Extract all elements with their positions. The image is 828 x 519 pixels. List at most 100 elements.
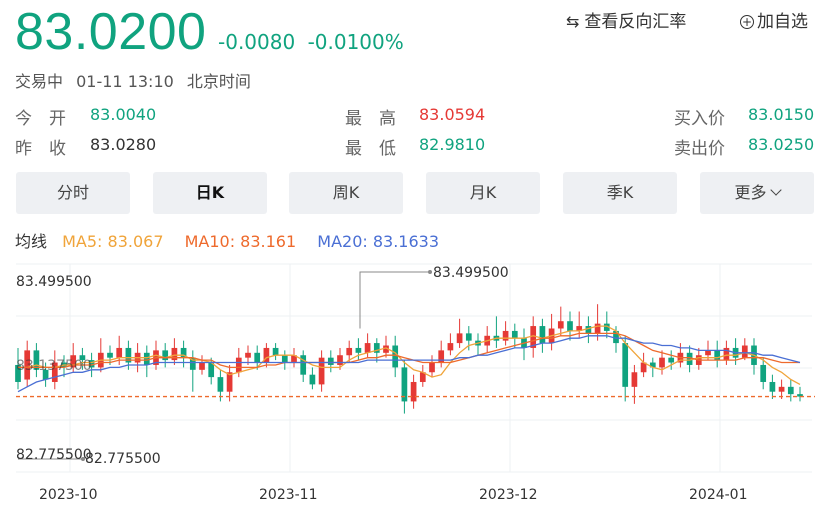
candle-body — [254, 352, 261, 363]
candle-body — [281, 355, 288, 363]
candle-body — [410, 381, 417, 402]
high-label: 最 高 — [345, 109, 396, 129]
ask-label: 卖出价 — [674, 139, 725, 159]
candle-body — [364, 343, 371, 353]
tab-quarterly-k[interactable]: 季K — [563, 172, 677, 214]
candle-body — [309, 374, 316, 385]
ma10-legend: MA10: 83.161 — [184, 232, 297, 251]
tab-label: 周K — [332, 183, 360, 202]
open-label: 今 开 — [15, 109, 66, 129]
candle-body — [668, 357, 675, 363]
candle-body — [705, 350, 711, 356]
current-price: 83.0200 — [15, 3, 207, 61]
candle-body — [447, 343, 454, 351]
ma20-line — [17, 335, 801, 393]
max-leader-line — [359, 271, 428, 329]
candle-body — [502, 330, 509, 341]
ma-legend-title: 均线 — [15, 232, 48, 251]
y-axis-label: 83.499500 — [16, 274, 92, 290]
high-value: 83.0594 — [419, 105, 486, 124]
candle-body — [245, 352, 251, 358]
chevron-down-icon — [769, 184, 782, 196]
y-axis-label: 83.137500 — [16, 358, 92, 374]
change-percent: -0.0100% — [307, 30, 404, 54]
bid-value: 83.0150 — [748, 105, 815, 124]
tab-daily-k[interactable]: 日K — [153, 172, 267, 214]
candle-body — [199, 362, 205, 370]
add-to-watchlist-label: 加自选 — [757, 12, 808, 32]
candle-body — [235, 357, 242, 373]
chart-grid — [16, 263, 812, 473]
tab-more[interactable]: 更多 — [700, 172, 814, 214]
prev-close-label: 昨 收 — [15, 139, 66, 159]
candle-body — [787, 386, 794, 395]
candle-body — [769, 381, 776, 392]
candle-body — [143, 352, 150, 365]
open-value: 83.0040 — [90, 105, 157, 124]
candle-body — [300, 355, 307, 375]
add-to-watchlist-button[interactable]: + 加自选 — [740, 7, 808, 32]
candle-body — [778, 386, 785, 392]
ask-value: 83.0250 — [748, 135, 815, 154]
candle-body — [272, 347, 279, 356]
bid-label: 买入价 — [674, 109, 725, 129]
low-value: 82.9810 — [419, 135, 486, 154]
price-change: -0.0080 -0.0100% — [218, 30, 404, 54]
ma-legend: 均线 MA5: 83.067 MA10: 83.161 MA20: 83.163… — [15, 228, 455, 252]
change-value: -0.0080 — [218, 30, 296, 54]
candle-body — [162, 350, 169, 361]
candle-body — [741, 345, 748, 358]
candle-body — [511, 330, 518, 339]
y-axis-label: 82.775500 — [16, 447, 92, 463]
candle-body — [337, 355, 343, 365]
candle-body — [217, 377, 224, 392]
candle-body — [567, 321, 573, 331]
tab-label: 月K — [469, 183, 497, 202]
tab-monthly-k[interactable]: 月K — [426, 172, 540, 214]
plus-circle-icon: + — [740, 15, 754, 29]
candle-body — [594, 323, 601, 334]
candle-body — [465, 333, 472, 341]
min-price-annotation: 82.775500 — [85, 451, 161, 467]
prev-close-value: 83.0280 — [90, 135, 157, 154]
candle-body — [392, 345, 399, 368]
tab-label: 季K — [606, 183, 634, 202]
candle-body — [585, 326, 592, 334]
kline-chart[interactable]: 83.499500 83.137500 82.775500 83.499500 … — [0, 256, 828, 519]
low-label: 最 低 — [345, 139, 396, 159]
candle-body — [714, 350, 721, 361]
trading-status: 交易中 01-11 13:10 北京时间 — [15, 68, 259, 92]
x-axis-label: 2023-11 — [259, 487, 318, 503]
x-axis-label: 2023-12 — [479, 487, 538, 503]
candle-body — [116, 347, 123, 358]
tab-intraday[interactable]: 分时 — [16, 172, 130, 214]
candle-body — [631, 372, 638, 387]
tab-label: 分时 — [56, 183, 89, 202]
x-axis-label: 2023-10 — [39, 487, 98, 503]
candle-body — [557, 321, 564, 329]
candle-body — [107, 352, 113, 358]
ma5-legend: MA5: 83.067 — [62, 232, 164, 251]
candle-body — [659, 357, 665, 368]
candle-body — [318, 357, 325, 385]
view-reverse-rate-button[interactable]: ⇆ 查看反向汇率 — [566, 7, 686, 32]
candle-body — [355, 347, 362, 353]
candle-body — [456, 333, 463, 344]
candle-body — [429, 362, 435, 373]
swap-arrows-icon: ⇆ — [566, 12, 580, 31]
tab-label: 更多 — [734, 183, 767, 202]
candle-body — [327, 357, 334, 365]
candle-body — [622, 343, 629, 387]
timestamp: 01-11 13:10 — [76, 72, 174, 91]
timezone-label: 北京时间 — [186, 72, 251, 91]
view-reverse-rate-label: 查看反向汇率 — [584, 12, 687, 32]
ma20-legend: MA20: 83.1633 — [317, 232, 440, 251]
x-axis-label: 2024-01 — [689, 487, 748, 503]
candle-body — [760, 364, 767, 382]
candle-body — [539, 326, 546, 344]
max-leader-dot — [428, 270, 432, 274]
tab-weekly-k[interactable]: 周K — [289, 172, 403, 214]
tab-label: 日K — [195, 183, 225, 202]
candle-body — [346, 347, 353, 356]
max-price-annotation: 83.499500 — [433, 265, 509, 281]
